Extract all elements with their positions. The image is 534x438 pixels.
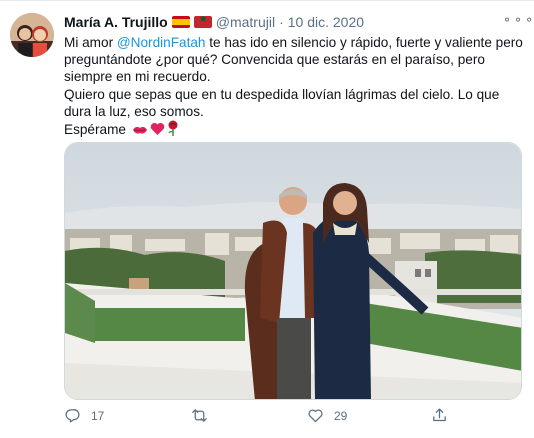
tweet-text: Mi amor @NordinFatah te has ido en silen… [64, 34, 526, 140]
tweet-text-paragraph-3: Espérame [64, 120, 526, 140]
rose-icon [167, 120, 179, 140]
photo-couple-rooftop [65, 143, 521, 399]
tweet-date[interactable]: 10 dic. 2020 [288, 14, 364, 30]
text-prefix: Mi amor [64, 35, 117, 50]
tweet[interactable]: María A. Trujillo @matrujil · 10 dic. 20… [0, 0, 534, 438]
reply-button[interactable]: 17 [64, 407, 104, 424]
avatar-image [10, 13, 54, 57]
reply-count: 17 [91, 408, 105, 423]
share-icon [433, 408, 446, 422]
tweet-photo[interactable] [64, 142, 522, 400]
morocco-flag-icon [193, 16, 212, 28]
tweet-text-paragraph-2: Quiero que sepas que en tu despedida llo… [64, 86, 500, 119]
author-name[interactable]: María A. Trujillo [64, 14, 168, 30]
tweet-header: María A. Trujillo @matrujil · 10 dic. 20… [64, 13, 364, 31]
tweet-text-paragraph-1: Mi amor @NordinFatah te has ido en silen… [64, 34, 526, 86]
reply-icon [65, 409, 80, 423]
heart-outline-icon [308, 409, 323, 423]
separator-dot: · [279, 14, 284, 30]
kiss-mark-icon [132, 123, 148, 140]
like-button[interactable]: 29 [307, 407, 347, 424]
retweet-button[interactable] [191, 407, 218, 424]
spain-flag-icon [171, 16, 190, 28]
tweet-actions: 17 29 [64, 407, 464, 427]
like-count: 29 [334, 408, 348, 423]
mention-link[interactable]: @NordinFatah [117, 35, 206, 50]
more-options-icon[interactable]: ⚬⚬⚬ [502, 13, 534, 31]
retweet-icon [192, 409, 207, 422]
text-line3: Espérame [64, 122, 126, 138]
author-handle[interactable]: @matrujil [216, 14, 275, 30]
avatar[interactable] [10, 13, 54, 57]
share-button[interactable] [431, 407, 448, 424]
heart-icon [150, 122, 165, 140]
